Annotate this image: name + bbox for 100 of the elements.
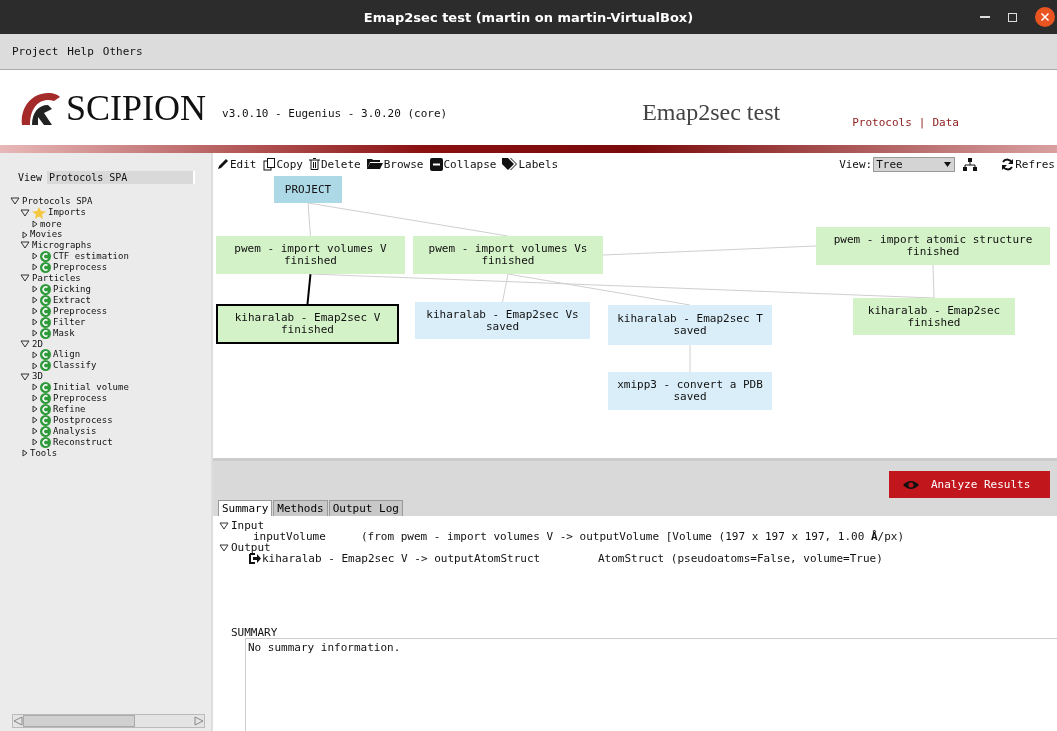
expanded-arrow-icon[interactable] [20,208,30,217]
eye-icon [903,479,919,490]
expanded-arrow-icon[interactable] [20,372,30,381]
protocol-node[interactable]: pwem - import atomic structure finished [816,227,1050,265]
trash-icon [309,158,320,170]
collapsed-arrow-icon[interactable] [32,350,38,359]
refresh-icon [1001,157,1015,171]
nav-link[interactable]: Data [932,116,959,129]
collapsed-arrow-icon[interactable] [32,438,38,447]
category-icon [40,327,51,339]
tree-item[interactable]: Picking [53,283,91,295]
tab[interactable]: Methods [273,500,328,516]
protocol-node[interactable]: kiharalab - Emap2sec Vs saved [415,302,590,339]
tree-item[interactable]: Movies [30,229,63,241]
collapsed-arrow-icon[interactable] [32,416,38,425]
tree-item[interactable]: Mask [53,327,75,339]
refresh-button[interactable]: Refres [1001,157,1055,171]
protocol-node[interactable]: pwem - import volumes V finished [216,236,405,274]
expanded-arrow-icon[interactable] [20,339,30,348]
category-icon [40,283,51,295]
tree-item[interactable]: Micrographs [32,240,92,251]
nav-link[interactable]: Protocols [852,116,912,129]
collapsed-arrow-icon[interactable] [22,230,28,239]
collapsed-arrow-icon[interactable] [32,220,38,229]
tree-item[interactable]: Reconstruct [53,437,113,448]
tree-item[interactable]: more [40,218,62,230]
version-text: v3.0.10 - Eugenius - 3.0.20 (core) [222,107,448,120]
tree-item[interactable]: Imports [48,207,86,219]
input-name: inputVolume [253,531,327,542]
toolbar-button[interactable]: Edit [217,157,257,171]
close-icon[interactable] [1035,7,1055,27]
collapsed-arrow-icon[interactable] [32,405,38,414]
tree-item[interactable]: Preprocess [53,305,108,317]
protocol-node[interactable]: xmipp3 - convert a PDB saved [608,372,772,410]
collapsed-arrow-icon[interactable] [32,394,38,403]
expanded-arrow-icon[interactable] [219,543,229,552]
tree-item[interactable]: Initial volume [53,382,129,393]
category-icon [40,305,51,317]
tree-item[interactable]: Classify [53,360,97,372]
tree-item[interactable]: Analysis [53,426,97,437]
category-icon [40,360,51,372]
tree-item[interactable]: Extract [53,294,91,306]
summary-heading: SUMMARY [231,627,279,638]
protocol-node[interactable]: pwem - import volumes Vs finished [413,236,603,274]
collapsed-arrow-icon[interactable] [32,263,38,272]
view-dropdown[interactable]: Tree [873,156,956,172]
collapsed-arrow-icon[interactable] [32,361,38,370]
menu-item[interactable]: Project [12,45,59,58]
toolbar-button[interactable]: Copy [262,157,303,171]
copy-icon [262,157,276,171]
collapsed-arrow-icon[interactable] [32,318,38,326]
tab[interactable]: Summary [218,500,273,516]
summary-text-area[interactable]: No summary information. [245,638,1057,731]
expanded-arrow-icon[interactable] [10,197,20,206]
protocol-node[interactable]: kiharalab - Emap2sec V finished [216,304,399,344]
collapsed-arrow-icon[interactable] [32,285,38,293]
tree-item[interactable]: Filter [53,316,86,328]
toolbar-button[interactable]: Browse [366,157,424,171]
tab[interactable]: Output Log [328,500,403,516]
folder-icon [366,158,383,170]
toolbar-button[interactable]: Delete [309,157,361,171]
tree-item[interactable]: Preprocess [53,393,108,404]
tree-item[interactable]: 3D [32,371,43,382]
tree-item[interactable]: 2D [32,338,43,350]
collapsed-arrow-icon[interactable] [32,307,38,315]
project-node[interactable]: PROJECT [274,176,342,203]
collapsed-arrow-icon[interactable] [32,296,38,304]
hierarchy-icon[interactable] [963,157,978,171]
expanded-arrow-icon[interactable] [20,241,30,250]
expanded-arrow-icon[interactable] [219,521,229,530]
tree-item[interactable]: Align [53,349,81,361]
menu-item[interactable]: Others [102,45,143,58]
menu-item[interactable]: Help [67,45,94,58]
collapsed-arrow-icon[interactable] [32,427,38,436]
protocol-node[interactable]: kiharalab - Emap2sec T saved [608,305,772,345]
section-label: Input [231,520,265,531]
dropdown-caret-icon [943,159,953,169]
collapsed-arrow-icon[interactable] [22,449,28,458]
collapsed-arrow-icon[interactable] [32,329,38,337]
toolbar-button[interactable]: Labels [502,157,559,171]
tree-item[interactable]: Preprocess [53,261,108,273]
protocol-node[interactable]: kiharalab - Emap2sec finished [853,298,1015,335]
view-field[interactable]: Protocols SPA [47,171,196,184]
tree-item[interactable]: CTF estimation [53,250,129,262]
view-label: View [18,172,43,183]
collapsed-arrow-icon[interactable] [32,383,38,392]
section-label: Output [231,542,271,553]
tree-item[interactable]: Refine [53,404,86,415]
tree-item[interactable]: Protocols SPA [22,196,93,207]
toolbar-button[interactable]: Collapse [429,157,497,171]
tree-item[interactable]: Tools [30,447,58,459]
io-detail: (from pwem - import volumes V -> outputVolume [Volume (197 x 197 x 197, 1.00 Å/px) [361,531,905,542]
tree-item[interactable]: Postprocess [53,415,113,426]
collapsed-arrow-icon[interactable] [32,252,38,261]
analyze-results-button[interactable]: Analyze Results [889,471,1050,498]
expanded-arrow-icon[interactable] [20,274,30,283]
maximize-icon[interactable] [1008,12,1017,22]
pencil-icon [217,158,229,170]
collapse-icon [429,157,443,171]
tree-item[interactable]: Particles [32,272,81,284]
